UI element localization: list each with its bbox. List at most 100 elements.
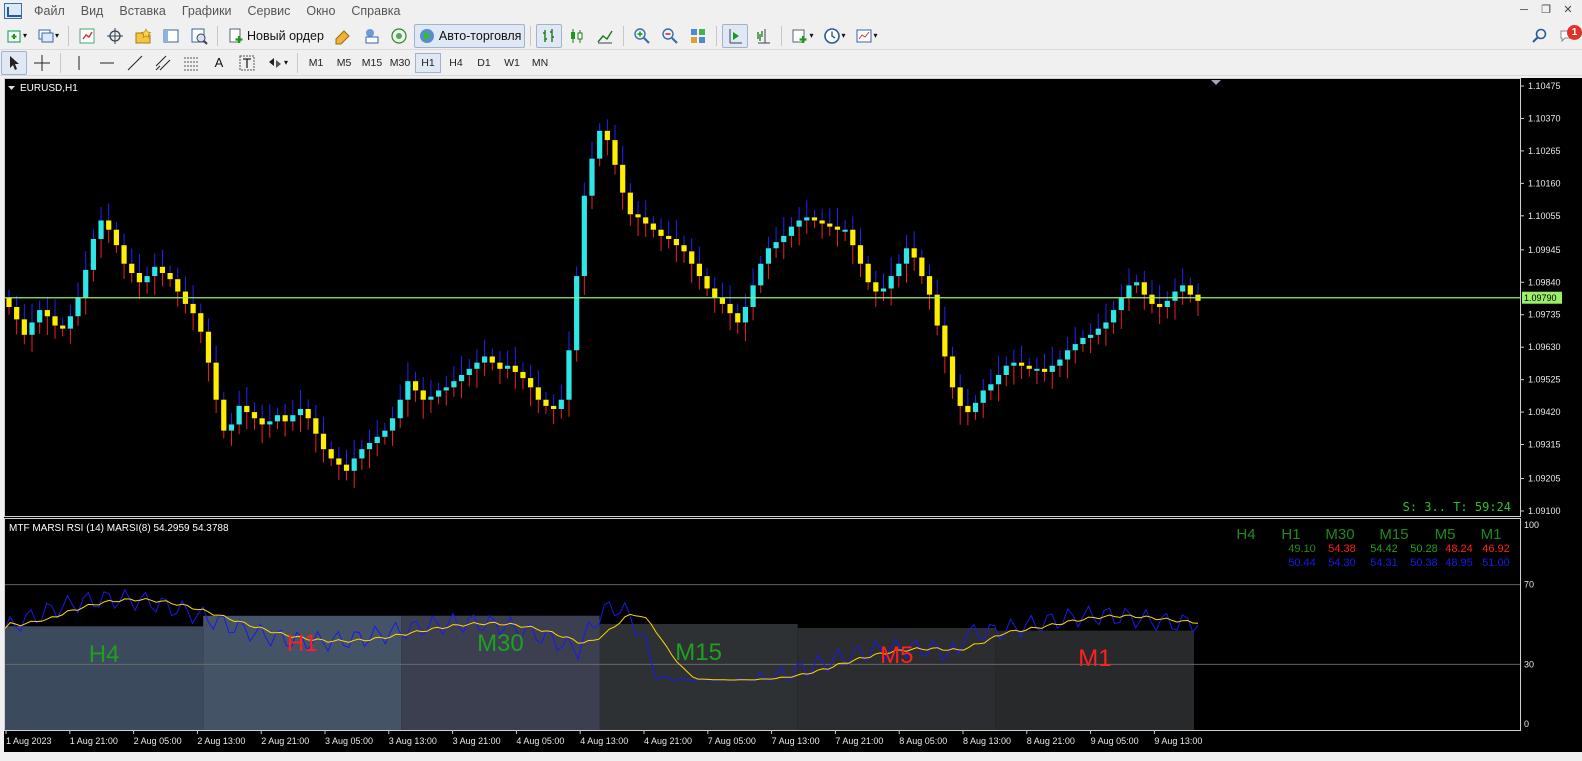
candle-body — [1149, 294, 1155, 304]
price-tick-label: 1.09420 — [1528, 407, 1561, 417]
price-tick-label: 1.09735 — [1528, 310, 1561, 320]
candle-body — [750, 285, 756, 307]
candle-body — [926, 276, 933, 295]
candle-body — [466, 368, 472, 375]
price-tick-label: 1.09945 — [1528, 245, 1561, 255]
candle-body — [834, 226, 841, 230]
candle-body — [198, 313, 204, 332]
time-axis: 1 Aug 2023 1 Aug 21:00 2 Aug 05:00 2 Aug 13… — [5, 730, 1202, 746]
indicator-tick-label: 70 — [1524, 580, 1534, 590]
candle-body — [1080, 337, 1086, 345]
candle-body — [742, 307, 749, 323]
candle-body — [1034, 368, 1040, 371]
chart-canvas[interactable]: 1.09790 1.10475 1.10370 1.10265 1.10160 1.10… — [0, 0, 1582, 761]
indicator-tf-header: M30 — [1325, 526, 1354, 543]
candle-body — [1041, 368, 1048, 372]
candle-body — [482, 356, 488, 363]
time-tick-label: 2 Aug 21:00 — [261, 736, 309, 746]
candle-body — [175, 279, 181, 292]
price-tick-label: 1.09630 — [1528, 342, 1561, 352]
time-tick-label: 9 Aug 13:00 — [1154, 736, 1202, 746]
candle-body — [796, 220, 802, 227]
candle-body — [505, 365, 511, 369]
indicator-tf-header: M15 — [1379, 526, 1408, 543]
indicator-marsi-value: 48.95 — [1445, 557, 1473, 569]
candle-body — [259, 418, 265, 425]
candle-body — [704, 276, 710, 289]
price-tick-label: 1.09205 — [1528, 474, 1561, 484]
candle-body — [359, 449, 365, 459]
candle-body — [857, 245, 864, 264]
candle-body — [451, 381, 457, 388]
candle-body — [37, 310, 43, 323]
symbol-dropdown-icon[interactable] — [8, 86, 15, 90]
candle-body — [1064, 350, 1071, 360]
time-tick-label: 8 Aug 13:00 — [963, 736, 1011, 746]
candle-body — [29, 322, 35, 335]
candle-body — [850, 229, 856, 246]
candle-body — [581, 195, 587, 277]
candle-body — [1026, 365, 1032, 369]
candle-body — [673, 239, 679, 246]
candle-body — [129, 263, 135, 273]
candle-body — [1018, 362, 1025, 366]
candle-body — [14, 307, 20, 320]
time-tick-label: 7 Aug 13:00 — [772, 736, 820, 746]
candle-body — [44, 310, 50, 317]
indicator-rsi-value: 54.38 — [1328, 543, 1356, 555]
indicator-tf-header: H1 — [1281, 526, 1300, 543]
candle-body — [1088, 334, 1094, 338]
candles — [6, 119, 1201, 488]
candle-body — [1003, 365, 1009, 375]
candle-body — [574, 276, 580, 351]
candle-body — [21, 319, 27, 335]
candle-body — [6, 297, 12, 307]
candle-body — [627, 192, 633, 215]
candle-body — [336, 458, 342, 465]
candle-body — [113, 229, 119, 246]
candle-body — [83, 269, 89, 298]
candle-body — [865, 263, 871, 283]
candle-body — [167, 273, 173, 280]
candle-body — [297, 409, 304, 416]
candle-timer: S: 3.. T: 59:24 — [1403, 500, 1511, 514]
candle-body — [374, 436, 380, 443]
price-tick-label: 1.09315 — [1528, 440, 1561, 450]
candle-body — [1164, 300, 1170, 307]
candle-body — [428, 396, 434, 400]
candle-body — [650, 223, 656, 230]
candle-body — [597, 130, 603, 159]
indicator-title: MTF MARSI RSI (14) MARSI(8) 54.2959 54.3… — [9, 523, 229, 534]
candle-body — [328, 449, 334, 459]
candle-body — [880, 288, 887, 292]
time-tick-label: 1 Aug 21:00 — [70, 736, 118, 746]
indicator-rsi-value: 46.92 — [1482, 543, 1510, 555]
candle-body — [313, 418, 319, 434]
candle-body — [551, 405, 557, 409]
indicator-marsi-value: 54.30 — [1328, 557, 1356, 569]
indicator-tf-header: M1 — [1481, 526, 1502, 543]
candle-body — [489, 356, 495, 363]
zone-label: H4 — [89, 641, 120, 668]
candle-body — [152, 266, 158, 277]
candle-body — [957, 387, 963, 406]
candle-body — [696, 263, 702, 277]
candle-body — [1141, 282, 1147, 295]
candle-body — [773, 242, 779, 249]
chart-shift-marker-icon[interactable] — [1211, 80, 1221, 85]
candle-body — [589, 158, 595, 196]
candle-body — [1126, 285, 1132, 298]
candle-body — [144, 276, 150, 283]
candle-body — [1011, 362, 1017, 366]
time-tick-label: 7 Aug 21:00 — [835, 736, 883, 746]
time-tick-label: 9 Aug 05:00 — [1091, 736, 1139, 746]
candle-body — [758, 263, 764, 286]
indicator-marsi-value: 50.44 — [1288, 557, 1316, 569]
candle-body — [1057, 359, 1063, 366]
candle-body — [60, 325, 66, 329]
candle-body — [819, 220, 825, 224]
candle-body — [136, 273, 143, 283]
zone-label: M5 — [880, 642, 913, 669]
candle-body — [934, 294, 940, 326]
candle-body — [896, 263, 902, 277]
